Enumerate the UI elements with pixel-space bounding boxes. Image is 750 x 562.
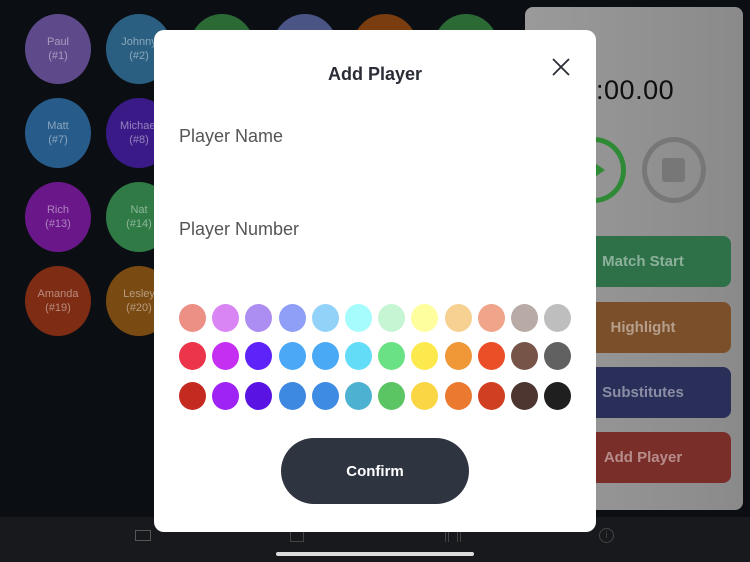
color-swatch[interactable] <box>345 304 372 332</box>
player-name-label: Player Name <box>179 126 284 146</box>
player-number-input[interactable] <box>179 249 571 279</box>
player-name: Rich <box>46 204 69 216</box>
color-swatch[interactable] <box>212 382 240 410</box>
add-player-dialog: Add Player Player Name Player Number Con… <box>154 30 596 532</box>
color-swatch[interactable] <box>212 304 240 332</box>
player-name: Amanda <box>37 288 79 300</box>
player-number: (#13) <box>45 218 71 230</box>
color-swatch[interactable] <box>179 342 206 370</box>
player-number: (#20) <box>126 302 152 314</box>
color-swatch[interactable] <box>311 304 339 332</box>
player-number: (#2) <box>129 50 149 62</box>
player-token[interactable]: Paul (#1) <box>25 14 91 84</box>
confirm-button[interactable]: Confirm <box>281 438 469 504</box>
color-swatch[interactable] <box>477 304 505 332</box>
color-swatch[interactable] <box>245 342 273 370</box>
color-swatch[interactable] <box>411 382 439 410</box>
color-swatch[interactable] <box>477 382 505 410</box>
stats-icon[interactable] <box>445 531 461 542</box>
color-swatch[interactable] <box>411 304 439 332</box>
player-name: Michael <box>120 120 158 132</box>
info-icon[interactable]: i <box>599 528 614 543</box>
color-swatch[interactable] <box>378 382 406 410</box>
dialog-title: Add Player <box>327 64 423 84</box>
color-swatch[interactable] <box>278 382 306 410</box>
color-swatch[interactable] <box>179 382 206 410</box>
color-swatch[interactable] <box>278 304 306 332</box>
color-swatch[interactable] <box>378 304 406 332</box>
color-swatch[interactable] <box>477 342 505 370</box>
player-name: Lesley <box>123 288 155 300</box>
color-swatch[interactable] <box>179 304 206 332</box>
color-swatch[interactable] <box>245 304 273 332</box>
player-name: Nat <box>130 204 148 216</box>
color-swatch[interactable] <box>278 342 306 370</box>
close-x-icon[interactable] <box>550 56 572 78</box>
player-name-input[interactable] <box>179 156 571 186</box>
player-number: (#14) <box>126 218 152 230</box>
player-name: Paul <box>46 36 70 48</box>
player-name: Johnny <box>121 36 157 48</box>
color-swatch[interactable] <box>411 342 439 370</box>
player-number: (#1) <box>48 50 68 62</box>
color-swatch[interactable] <box>311 342 339 370</box>
color-swatch[interactable] <box>444 382 472 410</box>
player-number-label: Player Number <box>179 219 300 239</box>
field-icon[interactable] <box>135 530 151 541</box>
player-number: (#19) <box>45 302 71 314</box>
color-swatch[interactable] <box>444 342 472 370</box>
player-number: (#8) <box>129 134 149 146</box>
color-swatch[interactable] <box>511 342 538 370</box>
player-token[interactable]: Rich (#13) <box>25 182 91 252</box>
color-swatch[interactable] <box>212 342 240 370</box>
stop-icon <box>662 158 685 182</box>
player-number: (#7) <box>48 134 68 146</box>
color-swatch[interactable] <box>245 382 273 410</box>
player-token[interactable]: Matt (#7) <box>25 98 91 168</box>
color-swatch[interactable] <box>544 342 572 370</box>
stop-button[interactable] <box>642 137 706 203</box>
color-swatch[interactable] <box>544 382 572 410</box>
color-swatch[interactable] <box>544 304 572 332</box>
color-swatch[interactable] <box>345 342 372 370</box>
color-swatch[interactable] <box>345 382 372 410</box>
color-swatch[interactable] <box>311 382 339 410</box>
color-swatch[interactable] <box>511 382 538 410</box>
color-swatch[interactable] <box>378 342 406 370</box>
color-swatch[interactable] <box>444 304 472 332</box>
home-indicator[interactable] <box>276 552 474 556</box>
player-token[interactable]: Amanda (#19) <box>25 266 91 336</box>
player-name: Matt <box>47 120 69 132</box>
color-swatch[interactable] <box>511 304 538 332</box>
